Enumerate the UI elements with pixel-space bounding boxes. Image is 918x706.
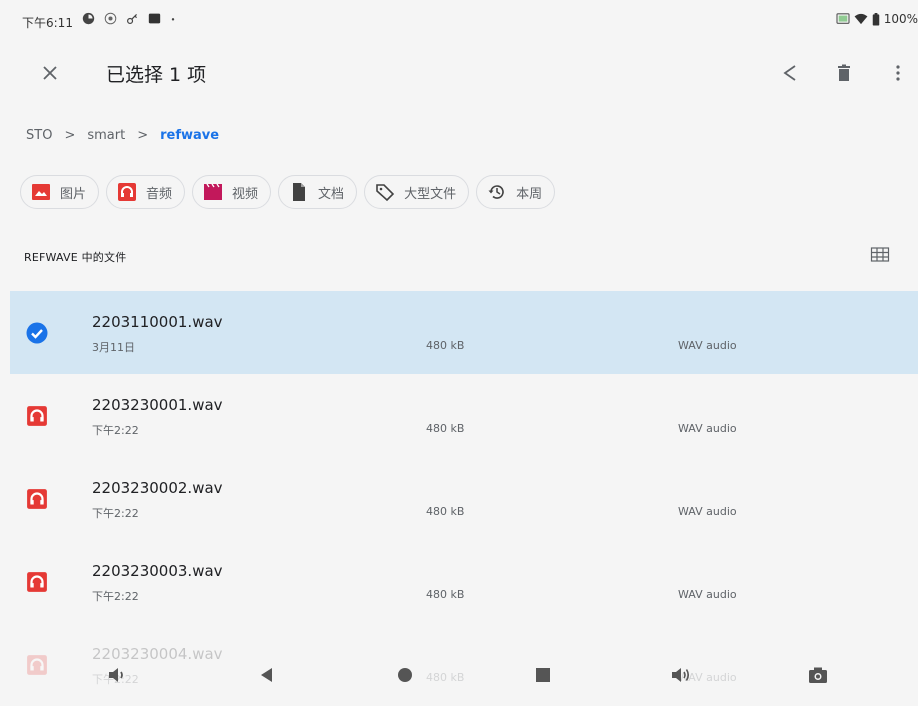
image-icon (32, 184, 50, 200)
chip-audio[interactable]: 音频 (106, 175, 186, 209)
breadcrumb-item-sto[interactable]: STO (26, 128, 52, 143)
card-icon (148, 13, 161, 24)
back-button[interactable] (256, 664, 278, 686)
document-icon (293, 183, 306, 201)
breadcrumb: STO > smart > refwave (26, 128, 219, 143)
chip-label: 音频 (146, 186, 173, 202)
filter-chips: 图片 音频 视频 文档 大型文件 本周 (20, 175, 556, 209)
battery-percent: 100% (883, 12, 918, 26)
file-row[interactable]: 2203230001.wav 下午2:22 480 kB WAV audio (10, 374, 918, 457)
selection-count-title: 已选择 1 项 (106, 64, 207, 86)
delete-button[interactable] (832, 61, 856, 85)
file-date: 下午2:22 (92, 507, 139, 520)
close-icon (43, 66, 57, 80)
chip-label: 大型文件 (404, 186, 457, 202)
chip-videos[interactable]: 视频 (192, 175, 272, 209)
file-name: 2203230001.wav (92, 396, 223, 414)
status-time: 下午6:11 (22, 16, 73, 30)
file-manager-app: 下午6:11 100% 已选择 1 项 STO > smart > refwav… (10, 0, 918, 699)
share-icon (783, 65, 796, 81)
cast-icon (836, 13, 850, 24)
file-type: WAV audio (678, 339, 737, 352)
screenshot-button[interactable] (807, 664, 829, 686)
location-icon (104, 12, 117, 25)
chip-label: 本周 (516, 186, 543, 202)
chip-label: 视频 (232, 186, 259, 202)
file-name: 2203230002.wav (92, 479, 223, 497)
top-app-bar: 已选择 1 项 (10, 50, 918, 98)
share-button[interactable] (778, 61, 802, 85)
file-type: WAV audio (678, 422, 737, 435)
volume-up-button[interactable] (670, 664, 692, 686)
file-list: 2203110001.wav 3月11日 480 kB WAV audio 22… (10, 291, 918, 706)
volume-down-icon (109, 668, 123, 682)
chip-documents[interactable]: 文档 (278, 175, 358, 209)
headphones-icon (118, 183, 137, 201)
file-date: 下午2:22 (92, 590, 139, 603)
system-navigation-bar (10, 650, 918, 699)
home-button[interactable] (394, 664, 416, 686)
status-icons-right: 100% (836, 12, 918, 26)
audio-file-icon (27, 572, 47, 592)
chip-label: 文档 (318, 186, 345, 202)
section-title: REFWAVE 中的文件 (24, 251, 127, 264)
sync-icon (82, 12, 95, 25)
back-icon (261, 668, 272, 682)
file-name: 2203110001.wav (92, 313, 223, 331)
status-bar: 下午6:11 100% (10, 0, 918, 38)
key-icon (127, 14, 137, 24)
recents-button[interactable] (532, 664, 554, 686)
file-date: 3月11日 (92, 341, 135, 354)
breadcrumb-separator: > (137, 128, 149, 143)
movie-icon (204, 183, 223, 200)
file-name: 2203230003.wav (92, 562, 223, 580)
tag-icon (376, 184, 395, 202)
file-size: 480 kB (426, 339, 465, 352)
history-icon (488, 185, 504, 199)
dot-icon (171, 18, 175, 21)
file-size: 480 kB (426, 505, 465, 518)
file-row[interactable]: 2203110001.wav 3月11日 480 kB WAV audio (10, 291, 918, 374)
audio-file-icon (27, 489, 47, 509)
home-icon (398, 668, 412, 682)
check-circle-icon (26, 322, 48, 344)
file-type: WAV audio (678, 505, 737, 518)
battery-icon (872, 12, 879, 26)
close-selection-button[interactable] (38, 61, 62, 85)
file-row[interactable]: 2203230003.wav 下午2:22 480 kB WAV audio (10, 540, 918, 623)
file-size: 480 kB (426, 588, 465, 601)
more-options-button[interactable] (886, 61, 910, 85)
file-size: 480 kB (426, 422, 465, 435)
file-type: WAV audio (678, 588, 737, 601)
volume-down-button[interactable] (106, 664, 128, 686)
screenshot-icon (809, 667, 827, 683)
grid-view-button[interactable] (870, 246, 890, 264)
audio-file-icon (27, 406, 47, 426)
more-vert-icon (896, 65, 900, 81)
file-date: 下午2:22 (92, 424, 139, 437)
chip-large-files[interactable]: 大型文件 (364, 175, 470, 209)
wifi-icon (854, 13, 868, 25)
breadcrumb-item-refwave[interactable]: refwave (160, 128, 219, 143)
status-icons-left (82, 12, 176, 25)
delete-icon (838, 64, 850, 81)
chip-images[interactable]: 图片 (20, 175, 100, 209)
volume-up-icon (672, 668, 690, 682)
chip-label: 图片 (60, 186, 87, 202)
breadcrumb-separator: > (64, 128, 76, 143)
breadcrumb-item-smart[interactable]: smart (87, 128, 125, 143)
file-row[interactable]: 2203230002.wav 下午2:22 480 kB WAV audio (10, 457, 918, 540)
grid-view-icon (870, 247, 890, 262)
recents-icon (536, 668, 550, 682)
chip-this-week[interactable]: 本周 (476, 175, 556, 209)
